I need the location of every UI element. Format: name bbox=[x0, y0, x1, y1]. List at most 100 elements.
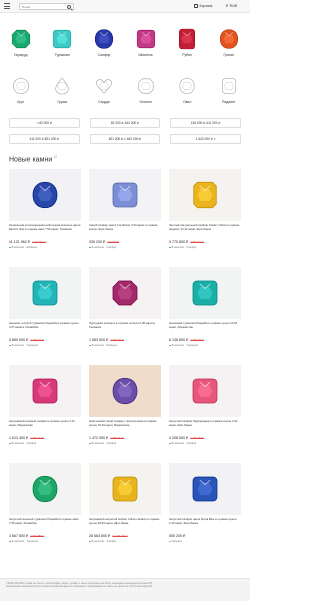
price-filter-button[interactable]: < 82 000 ₽ bbox=[9, 118, 80, 128]
filter-label: Сердце bbox=[98, 100, 110, 104]
product-photo[interactable] bbox=[9, 365, 81, 417]
filter-label: Овал bbox=[183, 100, 192, 104]
product-price: 1 613 400 ₽1 662 204 ₽ bbox=[9, 436, 81, 440]
product-description[interactable]: Негретый сапфир цвета Royal Blue в огран… bbox=[169, 518, 241, 532]
status-dot-icon bbox=[169, 246, 171, 249]
product-photo[interactable] bbox=[9, 267, 81, 319]
menu-icon[interactable] bbox=[4, 3, 10, 9]
availability-status: В наличии · Сапфир bbox=[169, 442, 241, 445]
filter-shape-3[interactable]: Октагон bbox=[125, 74, 167, 104]
filter-label: Гранат bbox=[223, 53, 235, 57]
section-title: Новые камни12 bbox=[9, 155, 57, 163]
current-price: 6 136 800 ₽ bbox=[169, 338, 189, 342]
search-box[interactable] bbox=[19, 3, 74, 10]
filter-shape-4[interactable]: Овал bbox=[166, 74, 208, 104]
cart-icon bbox=[194, 4, 198, 8]
status-text: В наличии · Сапфир bbox=[171, 442, 197, 445]
filter-gem-0[interactable]: Изумруд bbox=[0, 27, 42, 57]
product-photo[interactable] bbox=[89, 365, 161, 417]
product-description[interactable]: Неоново-голубой турмалин Параиба в огран… bbox=[9, 322, 81, 336]
product-price: 3 770 800 ₽3 987 000 ₽ bbox=[169, 240, 241, 244]
product-photo[interactable] bbox=[169, 365, 241, 417]
current-price: 4 208 500 ₽ bbox=[169, 436, 189, 440]
current-price: 330 200 ₽ bbox=[89, 240, 106, 244]
product-description[interactable]: Негретый сапфир Падпараджа в огранке куш… bbox=[169, 420, 241, 434]
status-text: В наличии · Шпинель bbox=[11, 246, 38, 249]
shape-emerald-icon bbox=[125, 74, 167, 98]
shape-round-icon bbox=[0, 74, 42, 98]
product-description[interactable]: Желтый натуральный сапфир Golden Yellow … bbox=[169, 224, 241, 238]
top-bar: Корзина ₽ RUB bbox=[0, 0, 250, 13]
filter-label: Рубин bbox=[182, 53, 193, 57]
status-dot-icon bbox=[9, 442, 11, 445]
product-card[interactable]: Негретый сапфир цвета Royal Blue в огран… bbox=[169, 463, 241, 554]
shape-oval-icon bbox=[166, 74, 208, 98]
product-card[interactable]: Синий сапфир цвета Cornflower 3.33 карат… bbox=[89, 169, 161, 260]
currency-selector[interactable]: ₽ RUB bbox=[226, 4, 237, 8]
product-description[interactable]: Уникальная коллекционная небольшая шпине… bbox=[9, 224, 81, 238]
product-card[interactable]: Цейлонский синий сапфир с фиолетовым в о… bbox=[89, 365, 161, 456]
product-description[interactable]: Пурпурная шпинель в огранке октагон 6.38… bbox=[89, 322, 161, 336]
status-text: В наличии · Турмалин bbox=[171, 344, 199, 347]
filter-gem-2[interactable]: Сапфир bbox=[83, 27, 125, 57]
current-price: 1 613 400 ₽ bbox=[9, 436, 29, 440]
product-photo[interactable] bbox=[89, 463, 161, 515]
product-card[interactable]: Желтый натуральный сапфир Golden Yellow … bbox=[169, 169, 241, 260]
old-price: 1 666 110 ₽ bbox=[110, 339, 124, 342]
filter-gem-5[interactable]: Гранат bbox=[208, 27, 250, 57]
product-card[interactable]: Негретый сапфир Падпараджа в огранке куш… bbox=[169, 365, 241, 456]
section-count: 12 bbox=[53, 155, 58, 159]
filter-gem-3[interactable]: Шпинель bbox=[125, 27, 167, 57]
product-price: 6 136 800 ₽6 486 000 ₽ bbox=[169, 338, 241, 342]
product-photo[interactable] bbox=[9, 169, 81, 221]
old-price: 1 589 951 ₽ bbox=[110, 437, 125, 440]
filter-label: Турмалин bbox=[54, 53, 71, 57]
cart-link[interactable]: Корзина bbox=[194, 4, 212, 8]
gem-octagon-icon bbox=[0, 27, 42, 51]
availability-status: В наличии · Турмалин bbox=[9, 540, 81, 543]
gem-oval-icon bbox=[83, 27, 125, 51]
filter-shape-1[interactable]: Груша bbox=[42, 74, 84, 104]
product-card[interactable]: Неграмский розовый сапфир в огранке кушо… bbox=[9, 365, 81, 456]
product-description[interactable]: Неграмский негретый Golden Yellow сапфир… bbox=[89, 518, 161, 532]
product-card[interactable]: Неграмский негретый Golden Yellow сапфир… bbox=[89, 463, 161, 554]
status-text: В наличии · Турмалин bbox=[11, 344, 39, 347]
availability-status: В наличии · Сапфир bbox=[89, 246, 161, 249]
price-filter-button[interactable]: 821 000 ₽-1 642 000 ₽ bbox=[89, 134, 161, 144]
old-price: 1 662 204 ₽ bbox=[30, 437, 45, 440]
product-card[interactable]: Неоновый турмалин Параиба в огранке кушо… bbox=[169, 267, 241, 358]
product-photo[interactable] bbox=[9, 463, 81, 515]
product-card[interactable]: Негретый зеленый турмалин Параиба в огра… bbox=[9, 463, 81, 554]
filter-gem-1[interactable]: Турмалин bbox=[42, 27, 84, 57]
product-description[interactable]: Синий сапфир цвета Cornflower 3.33 карат… bbox=[89, 224, 161, 238]
product-photo[interactable] bbox=[89, 169, 161, 221]
filter-shape-5[interactable]: Радиант bbox=[208, 74, 250, 104]
product-photo[interactable] bbox=[169, 463, 241, 515]
product-description[interactable]: Неоновый турмалин Параиба в огранке кушо… bbox=[169, 322, 241, 336]
filter-shape-0[interactable]: Круг bbox=[0, 74, 42, 104]
availability-status: Продано bbox=[169, 540, 241, 543]
product-photo[interactable] bbox=[169, 169, 241, 221]
current-price: 11 121 962 ₽ bbox=[9, 240, 31, 244]
product-photo[interactable] bbox=[169, 267, 241, 319]
filter-shape-2[interactable]: Сердце bbox=[83, 74, 125, 104]
search-input[interactable] bbox=[22, 4, 62, 9]
price-filter-button[interactable]: 411 000 ₽-821 000 ₽ bbox=[9, 134, 80, 144]
old-price: 3 987 000 ₽ bbox=[190, 241, 205, 244]
status-text: В наличии · Сапфир bbox=[91, 540, 117, 543]
search-icon[interactable] bbox=[67, 5, 71, 9]
status-text: В наличии · Сапфир bbox=[91, 246, 117, 249]
product-card[interactable]: Пурпурная шпинель в огранке октагон 6.38… bbox=[89, 267, 161, 358]
price-filter-button[interactable]: 82 000 ₽-164 000 ₽ bbox=[89, 118, 161, 128]
status-dot-icon bbox=[9, 540, 11, 543]
product-photo[interactable] bbox=[89, 267, 161, 319]
status-dot-icon bbox=[89, 344, 91, 347]
product-description[interactable]: Цейлонский синий сапфир с фиолетовым в о… bbox=[89, 420, 161, 434]
product-card[interactable]: Неоново-голубой турмалин Параиба в огран… bbox=[9, 267, 81, 358]
product-description[interactable]: Неграмский розовый сапфир в огранке кушо… bbox=[9, 420, 81, 434]
price-filter-button[interactable]: 1 642 000 ₽ < bbox=[170, 134, 241, 144]
product-card[interactable]: Уникальная коллекционная небольшая шпине… bbox=[9, 169, 81, 260]
filter-gem-4[interactable]: Рубин bbox=[166, 27, 208, 57]
price-filter-button[interactable]: 164 000 ₽-411 000 ₽ bbox=[170, 118, 241, 128]
product-description[interactable]: Негретый зеленый турмалин Параиба в огра… bbox=[9, 518, 81, 532]
